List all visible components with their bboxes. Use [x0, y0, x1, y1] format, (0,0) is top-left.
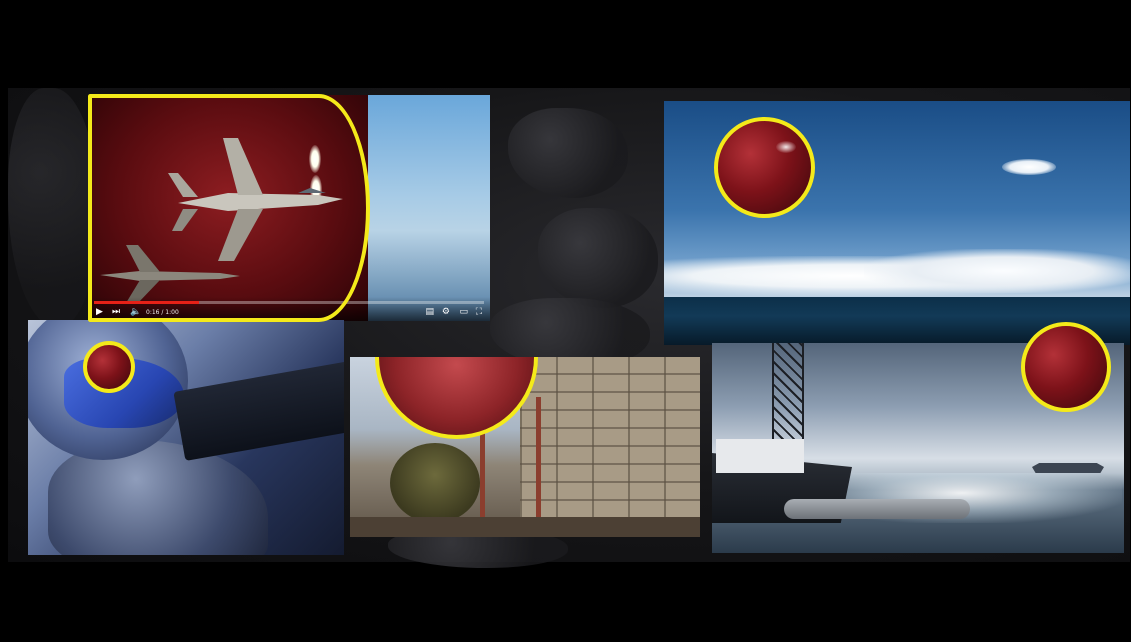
cloud-bank	[864, 249, 1130, 293]
soldier-panel	[28, 320, 344, 555]
highlight-circle	[83, 341, 135, 393]
shine	[776, 141, 796, 153]
subtitles-icon[interactable]: ▤	[425, 307, 434, 317]
distant-ship	[1032, 463, 1104, 473]
block-wall	[520, 357, 700, 537]
boat-mast	[772, 343, 804, 443]
highlight-circle	[714, 117, 815, 218]
platform	[350, 517, 700, 537]
video-frame: ▶ ⏭ 🔈 0:16 / 1:00 ▤ ⚙ ▭ ⛶	[0, 0, 1131, 642]
rock	[508, 108, 628, 198]
boat-cabin	[716, 439, 804, 473]
theater-mode-icon[interactable]: ▭	[459, 307, 468, 317]
scaffold-pole	[536, 397, 541, 537]
highlight-frame	[88, 94, 370, 322]
cloud	[1002, 159, 1056, 175]
highlight-circle	[1021, 322, 1111, 412]
rock	[8, 88, 98, 328]
gear-icon[interactable]: ⚙	[442, 307, 450, 317]
tree	[390, 443, 480, 523]
rifle	[173, 359, 344, 461]
fullscreen-icon[interactable]: ⛶	[476, 307, 482, 317]
inflatable-boat	[784, 499, 970, 519]
rock	[538, 208, 658, 308]
